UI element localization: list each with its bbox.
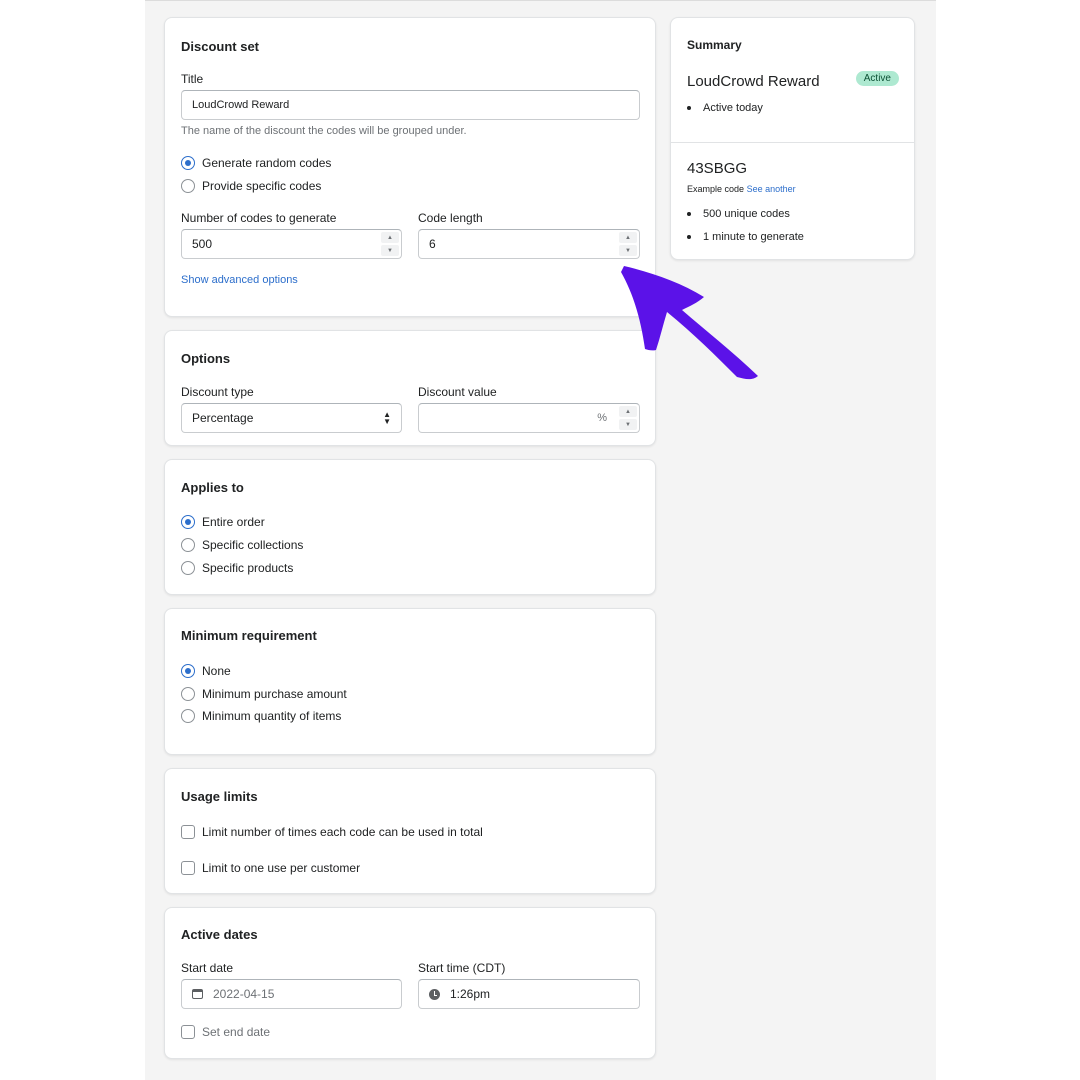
annotation-arrow-shape <box>621 266 758 380</box>
annotation-arrow <box>621 266 758 380</box>
